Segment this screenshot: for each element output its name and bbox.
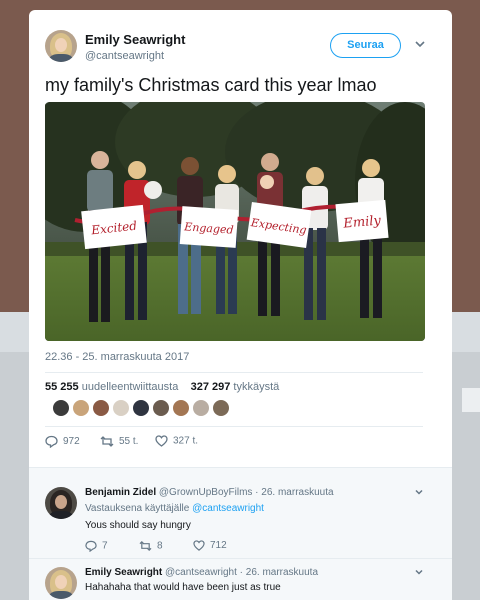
- author-name[interactable]: Emily Seawright: [85, 32, 185, 47]
- liker-avatar[interactable]: [153, 400, 169, 416]
- reply-count: 972: [63, 436, 80, 448]
- reply-like-count: 712: [210, 540, 227, 552]
- liker-avatar[interactable]: [73, 400, 89, 416]
- author-handle[interactable]: @cantseawright: [85, 50, 164, 62]
- reply-avatar[interactable]: [45, 487, 77, 519]
- likes-label[interactable]: tykkäystä: [233, 381, 279, 393]
- chevron-down-icon[interactable]: [413, 486, 425, 498]
- author-avatar[interactable]: [45, 30, 77, 62]
- liker-avatar[interactable]: [133, 400, 149, 416]
- reply-to-handle[interactable]: @cantseawright: [192, 503, 264, 514]
- heart-icon: [155, 435, 168, 447]
- like-button[interactable]: 327 t.: [155, 435, 198, 447]
- like-count: 327 t.: [173, 435, 199, 447]
- chevron-down-icon[interactable]: [413, 37, 427, 51]
- tweet-photo[interactable]: Excited Engaged Expecting Emily: [45, 102, 425, 341]
- liker-avatar[interactable]: [93, 400, 109, 416]
- retweet-button[interactable]: 55 t.: [100, 435, 138, 448]
- liker-avatar[interactable]: [173, 400, 189, 416]
- background-card-edge: [462, 388, 480, 412]
- reply-icon: [45, 435, 58, 449]
- retweet-icon: [100, 436, 114, 447]
- reply-author-name[interactable]: Benjamin Zidel: [85, 487, 156, 498]
- tweet-timestamp[interactable]: 22.36 - 25. marraskuuta 2017: [45, 351, 189, 363]
- divider: [29, 558, 452, 559]
- reply-retweet-button[interactable]: 8: [139, 540, 163, 552]
- retweet-icon: [139, 540, 152, 552]
- reply-author-name[interactable]: Emily Seawright: [85, 567, 162, 578]
- reply-text: Yous should say hungry: [85, 520, 191, 531]
- reply-icon: [85, 540, 97, 553]
- tweet-text: my family's Christmas card this year lma…: [45, 75, 377, 95]
- reply-reply-count: 7: [102, 540, 108, 552]
- reply-to-label: Vastauksena käyttäjälle: [85, 503, 190, 514]
- engagement-stats: 55 255 uudelleentwiittausta 327 297 tykk…: [45, 381, 279, 393]
- liker-avatar[interactable]: [53, 400, 69, 416]
- reply-reply-button[interactable]: 7: [85, 540, 108, 553]
- liker-avatar[interactable]: [193, 400, 209, 416]
- liker-avatar[interactable]: [213, 400, 229, 416]
- heart-icon: [193, 540, 205, 551]
- retweet-count: 55 t.: [119, 436, 139, 448]
- reply-author[interactable]: Benjamin Zidel @GrownUpBoyFilms · 26. ma…: [85, 487, 334, 498]
- tweet-modal: Emily Seawright @cantseawright Seuraa my…: [29, 10, 452, 600]
- reply-avatar[interactable]: [45, 567, 77, 599]
- divider: [45, 426, 423, 427]
- reply-retweet-count: 8: [157, 540, 163, 552]
- likes-count[interactable]: 327 297: [191, 381, 231, 393]
- reply-like-button[interactable]: 712: [193, 540, 227, 551]
- retweets-label[interactable]: uudelleentwiittausta: [82, 381, 179, 393]
- reply-thread: Benjamin Zidel @GrownUpBoyFilms · 26. ma…: [29, 467, 452, 600]
- reply-author-handle[interactable]: @cantseawright · 26. marraskuuta: [165, 567, 318, 578]
- reply-author-handle[interactable]: @GrownUpBoyFilms · 26. marraskuuta: [159, 487, 334, 498]
- reply-to-line: Vastauksena käyttäjälle @cantseawright: [85, 503, 264, 514]
- liker-avatar[interactable]: [113, 400, 129, 416]
- reply-button[interactable]: 972: [45, 435, 80, 449]
- reply-text: Hahahaha that would have been just as tr…: [85, 582, 281, 593]
- reply-author[interactable]: Emily Seawright @cantseawright · 26. mar…: [85, 567, 318, 578]
- follow-button[interactable]: Seuraa: [330, 33, 401, 58]
- chevron-down-icon[interactable]: [413, 566, 425, 578]
- retweets-count[interactable]: 55 255: [45, 381, 79, 393]
- divider: [45, 372, 423, 373]
